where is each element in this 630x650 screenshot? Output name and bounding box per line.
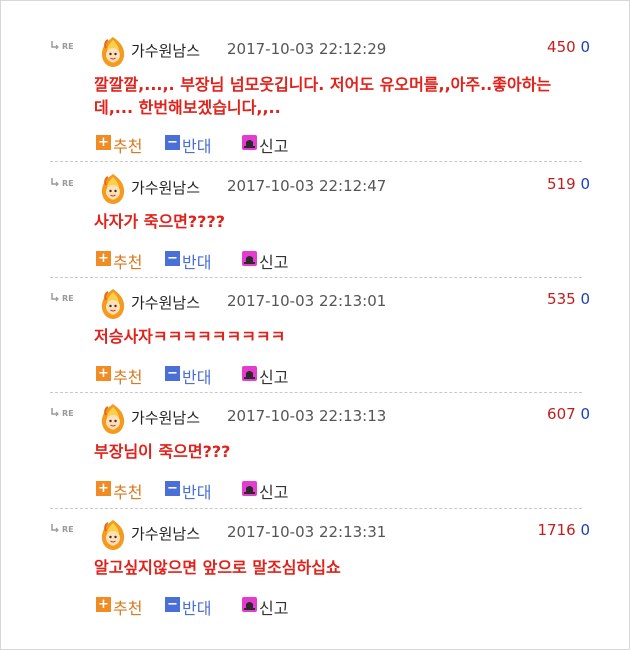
recommend-count: 535 [547,290,576,308]
plus-icon: + [96,135,111,150]
comment-item: RE 가수원남스 2017-10-03 22:12:29 450 0 깔깔깔,.… [50,36,590,156]
oppose-count: 0 [580,175,590,193]
reply-arrow-icon [51,41,59,50]
comment-divider [50,277,582,278]
report-label: 신고 [259,599,289,618]
nickname[interactable]: 가수원남스 [131,523,200,544]
report-label: 신고 [259,253,289,272]
siren-icon [242,597,257,612]
plus-icon: + [96,481,111,496]
comment-divider [50,508,582,509]
reply-icon: RE [50,178,80,191]
oppose-label: 반대 [182,599,212,618]
nickname[interactable]: 가수원남스 [131,40,200,61]
reply-arrow-icon [51,408,59,417]
reply-label: RE [62,179,74,188]
avatar[interactable] [97,36,129,68]
comment-divider [50,392,582,393]
comment-text: 부장님이 죽으면??? [94,442,231,461]
oppose-count: 0 [580,290,590,308]
comment-item: RE 가수원남스 2017-10-03 22:13:01 535 0 저승사자ㅋ… [50,288,590,403]
comment-datetime: 2017-10-03 22:12:29 [227,40,387,58]
oppose-count: 0 [580,521,590,539]
comment-list-frame: RE 가수원남스 2017-10-03 22:12:29 450 0 깔깔깔,.… [0,0,630,650]
minus-icon: − [165,597,180,612]
vote-counts: 535 0 [547,290,590,308]
minus-icon: − [165,366,180,381]
recommend-label: 추천 [113,137,143,156]
recommend-label: 추천 [113,368,143,387]
reply-label: RE [62,294,74,303]
avatar[interactable] [97,288,129,320]
vote-counts: 1716 0 [537,521,590,539]
oppose-count: 0 [580,405,590,423]
reply-icon: RE [50,293,80,306]
comment-datetime: 2017-10-03 22:13:13 [227,407,387,425]
recommend-count: 519 [547,175,576,193]
oppose-label: 반대 [182,483,212,502]
avatar[interactable] [97,403,129,435]
comment-divider [50,161,582,162]
reply-arrow-icon [51,293,59,302]
oppose-label: 반대 [182,253,212,272]
reply-label: RE [62,409,74,418]
plus-icon: + [96,366,111,381]
comment-text: 깔깔깔,...,. 부장님 넘모웃깁니다. 저어도 유오머를,,아주..좋아하는… [94,75,552,117]
recommend-label: 추천 [113,253,143,272]
comment-datetime: 2017-10-03 22:13:31 [227,523,387,541]
report-label: 신고 [259,368,289,387]
comment-text: 알고싶지않으면 앞으로 말조심하십쇼 [94,558,341,577]
siren-icon [242,135,257,150]
siren-icon [242,366,257,381]
reply-icon: RE [50,524,80,537]
report-label: 신고 [259,137,289,156]
recommend-count: 450 [547,38,576,56]
oppose-label: 반대 [182,137,212,156]
oppose-label: 반대 [182,368,212,387]
nickname[interactable]: 가수원남스 [131,292,200,313]
comment-item: RE 가수원남스 2017-10-03 22:13:13 607 0 부장님이 … [50,403,590,518]
minus-icon: − [165,251,180,266]
reply-arrow-icon [51,178,59,187]
comment-item: RE 가수원남스 2017-10-03 22:12:47 519 0 사자가 죽… [50,173,590,288]
recommend-label: 추천 [113,483,143,502]
siren-icon [242,251,257,266]
report-label: 신고 [259,483,289,502]
minus-icon: − [165,481,180,496]
vote-counts: 607 0 [547,405,590,423]
avatar[interactable] [97,519,129,551]
reply-label: RE [62,42,74,51]
siren-icon [242,481,257,496]
comment-text: 사자가 죽으면???? [94,212,226,231]
vote-counts: 450 0 [547,38,590,56]
vote-counts: 519 0 [547,175,590,193]
comment-text: 저승사자ㅋㅋㅋㅋㅋㅋㅋㅋㅋ [94,327,286,346]
minus-icon: − [165,135,180,150]
oppose-count: 0 [580,38,590,56]
plus-icon: + [96,597,111,612]
recommend-count: 1716 [537,521,576,539]
plus-icon: + [96,251,111,266]
reply-label: RE [62,525,74,534]
recommend-count: 607 [547,405,576,423]
comment-datetime: 2017-10-03 22:12:47 [227,177,387,195]
nickname[interactable]: 가수원남스 [131,407,200,428]
reply-arrow-icon [51,524,59,533]
reply-icon: RE [50,408,80,421]
comment-datetime: 2017-10-03 22:13:01 [227,292,387,310]
comment-item: RE 가수원남스 2017-10-03 22:13:31 1716 0 알고싶지… [50,519,590,634]
recommend-label: 추천 [113,599,143,618]
nickname[interactable]: 가수원남스 [131,177,200,198]
avatar[interactable] [97,173,129,205]
reply-icon: RE [50,41,80,54]
